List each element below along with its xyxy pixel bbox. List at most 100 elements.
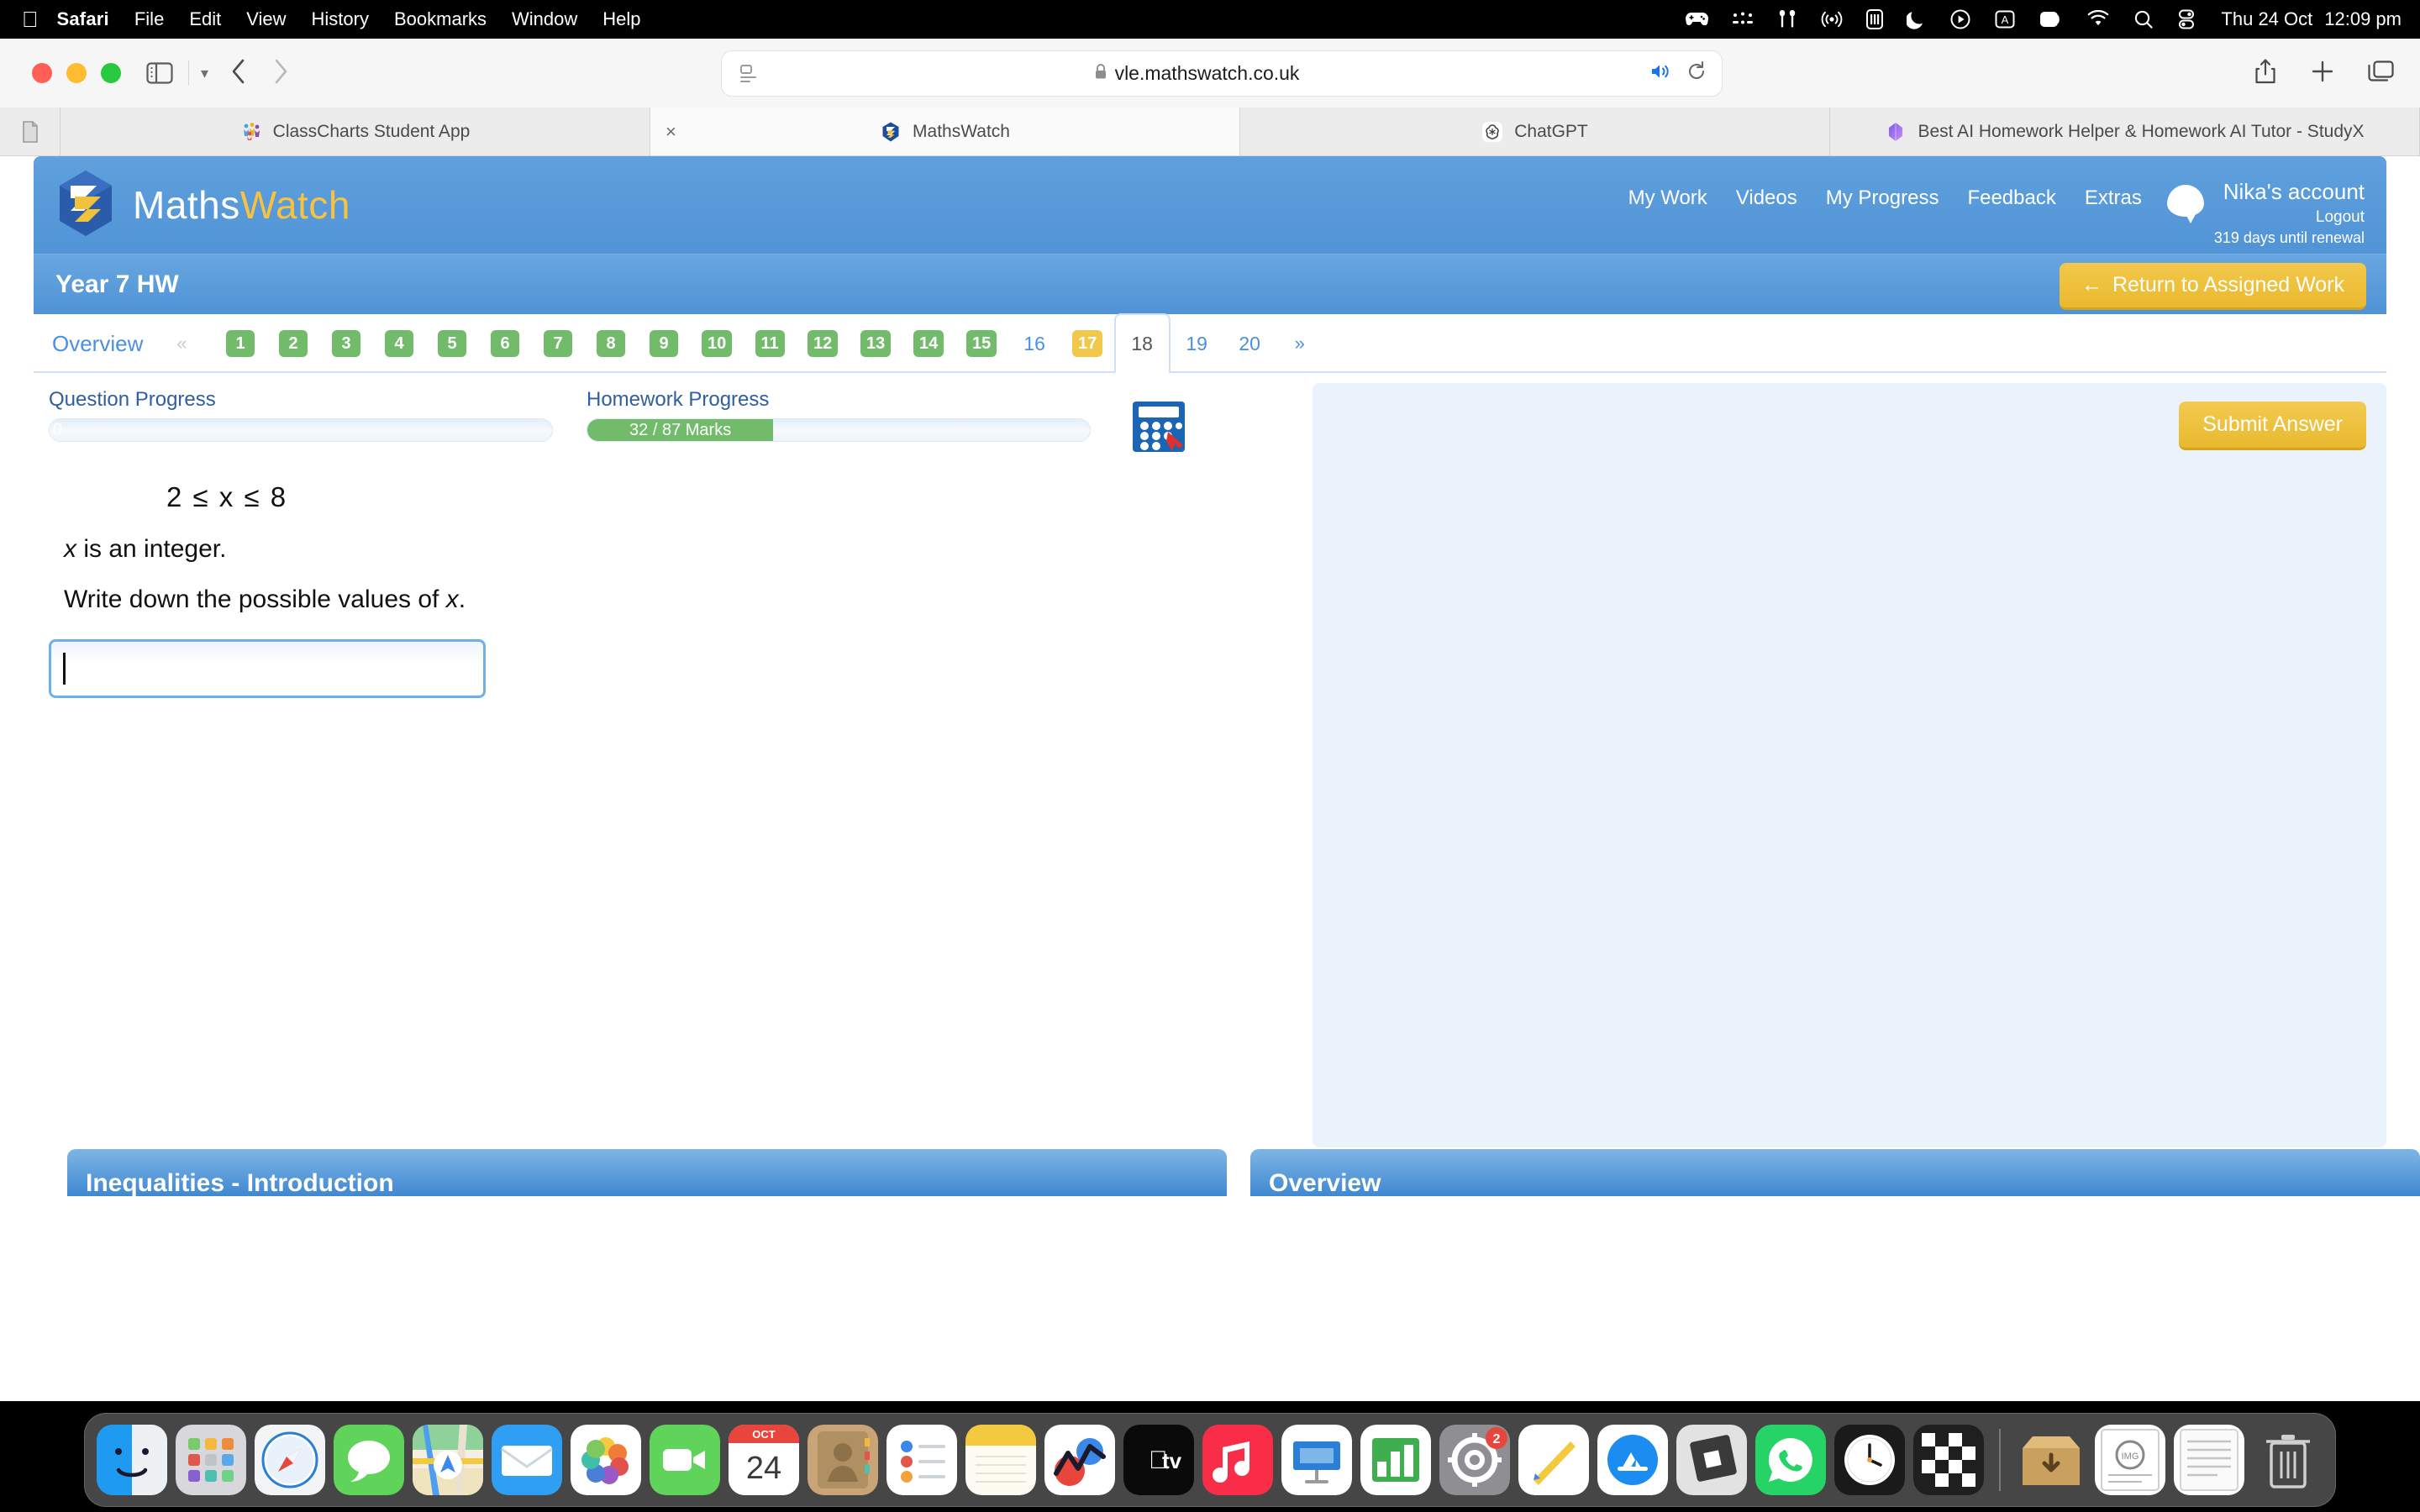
browser-tab-classcharts[interactable]: ClassCharts Student App	[60, 108, 650, 155]
dock-item-trash[interactable]	[2253, 1425, 2323, 1495]
dock-item-settings[interactable]: 2	[1439, 1425, 1510, 1495]
question-tab-11[interactable]: 11	[744, 314, 797, 373]
submit-answer-button[interactable]: Submit Answer	[2179, 402, 2366, 450]
dock-item-apple-tv[interactable]: tv	[1123, 1425, 1194, 1495]
dock-item-mail[interactable]	[492, 1425, 562, 1495]
forward-chevron-icon[interactable]	[272, 58, 289, 89]
overview-link[interactable]: Overview	[52, 331, 143, 357]
question-tab-12[interactable]: 12	[797, 314, 850, 373]
audio-playing-icon[interactable]	[1649, 61, 1673, 86]
keyboard-input-a-icon[interactable]: A	[1994, 7, 2016, 32]
do-not-disturb-moon-icon[interactable]	[1907, 7, 1927, 32]
braille-dots-icon[interactable]	[1732, 7, 1754, 32]
sidebar-toggle-icon[interactable]	[146, 62, 173, 84]
nav-item-extras[interactable]: Extras	[2085, 175, 2142, 210]
question-tab-7[interactable]: 7	[532, 314, 585, 373]
share-icon[interactable]	[2254, 58, 2277, 89]
dock-item-contacts[interactable]	[808, 1425, 878, 1495]
airplay-audio-icon[interactable]	[1821, 7, 1843, 32]
chevron-down-icon[interactable]: ▾	[201, 65, 208, 82]
menu-item-bookmarks[interactable]: Bookmarks	[394, 8, 487, 30]
dock-item-keynote[interactable]	[1281, 1425, 1352, 1495]
airpods-icon[interactable]	[1776, 7, 1798, 32]
plus-icon[interactable]	[2311, 60, 2334, 87]
question-tab-20[interactable]: 20	[1223, 314, 1276, 373]
dock-item-numbers[interactable]	[1360, 1425, 1431, 1495]
close-icon[interactable]: ×	[666, 122, 676, 141]
maximize-window-button[interactable]	[101, 63, 121, 83]
question-tab-18-current[interactable]: 18	[1113, 313, 1171, 374]
tab-list-button[interactable]	[0, 108, 60, 155]
question-tab-17[interactable]: 17	[1061, 314, 1114, 373]
question-tab-1[interactable]: 1	[214, 314, 267, 373]
return-to-assigned-work-button[interactable]: ← Return to Assigned Work	[2059, 263, 2366, 310]
menu-bar-clock[interactable]: Thu 24 Oct 12:09 pm	[2221, 8, 2402, 30]
question-tab-3[interactable]: 3	[320, 314, 373, 373]
dock-item-finder[interactable]	[97, 1425, 167, 1495]
menu-item-view[interactable]: View	[246, 8, 286, 30]
dock-item-downloads-stack[interactable]	[2016, 1425, 2086, 1495]
question-tab-13[interactable]: 13	[850, 314, 902, 373]
browser-tab-mathswatch[interactable]: × MathsWatch	[650, 108, 1240, 155]
previous-questions-icon[interactable]: «	[176, 333, 187, 354]
dock-item-calendar[interactable]: OCT 24	[729, 1425, 799, 1495]
menu-item-edit[interactable]: Edit	[189, 8, 221, 30]
account-name[interactable]: Nika's account	[2223, 178, 2365, 206]
dock-item-launchpad[interactable]	[176, 1425, 246, 1495]
tab-overview-icon[interactable]	[2368, 60, 2395, 87]
question-tab-8[interactable]: 8	[585, 314, 638, 373]
now-playing-icon[interactable]	[1949, 7, 1971, 32]
dock-item-freeform[interactable]	[1518, 1425, 1589, 1495]
question-tab-2[interactable]: 2	[267, 314, 320, 373]
menu-item-window[interactable]: Window	[512, 8, 577, 30]
menu-item-history[interactable]: History	[312, 8, 369, 30]
question-tab-5[interactable]: 5	[426, 314, 479, 373]
question-tab-6[interactable]: 6	[479, 314, 532, 373]
question-tab-15[interactable]: 15	[955, 314, 1008, 373]
back-chevron-icon[interactable]	[230, 58, 247, 89]
close-window-button[interactable]	[32, 63, 52, 83]
address-bar[interactable]: vle.mathswatch.co.uk	[721, 50, 1723, 97]
nav-item-videos[interactable]: Videos	[1736, 175, 1797, 210]
question-tab-10[interactable]: 10	[691, 314, 744, 373]
browser-tab-chatgpt[interactable]: ChatGPT	[1240, 108, 1830, 155]
dock-item-safari[interactable]	[255, 1425, 325, 1495]
battery-module-icon[interactable]	[1865, 7, 1884, 32]
dock-item-messages[interactable]	[334, 1425, 404, 1495]
nav-item-my-work[interactable]: My Work	[1628, 175, 1707, 210]
screen-mirroring-icon[interactable]	[2039, 7, 2064, 32]
nav-item-my-progress[interactable]: My Progress	[1826, 175, 1939, 210]
minimize-window-button[interactable]	[66, 63, 87, 83]
overview-panel[interactable]: Overview	[1250, 1149, 2420, 1197]
dock-item-whatsapp[interactable]	[1755, 1425, 1826, 1495]
dock-item-roblox[interactable]	[1676, 1425, 1747, 1495]
control-center-icon[interactable]	[2177, 7, 2196, 32]
menu-item-file[interactable]: File	[134, 8, 164, 30]
dock-item-maps[interactable]	[413, 1425, 483, 1495]
question-tab-14[interactable]: 14	[902, 314, 955, 373]
url-display[interactable]: vle.mathswatch.co.uk	[744, 62, 1649, 85]
dock-item-chess[interactable]	[1913, 1425, 1984, 1495]
reload-icon[interactable]	[1686, 60, 1707, 87]
apple-icon[interactable]: 	[22, 8, 39, 30]
question-tab-16[interactable]: 16	[1008, 314, 1061, 373]
browser-tab-studyx[interactable]: Best AI Homework Helper & Homework AI Tu…	[1830, 108, 2420, 155]
question-tab-4[interactable]: 4	[373, 314, 426, 373]
game-controller-icon[interactable]	[1684, 7, 1709, 32]
spotlight-search-icon[interactable]	[2133, 7, 2154, 32]
answer-workspace-panel[interactable]: Submit Answer	[1313, 383, 2386, 1147]
question-tab-9[interactable]: 9	[638, 314, 691, 373]
menu-app-name[interactable]: Safari	[57, 8, 109, 30]
video-panel-inequalities[interactable]: Inequalities - Introduction	[67, 1149, 1227, 1197]
menu-item-help[interactable]: Help	[602, 8, 640, 30]
answer-input[interactable]	[49, 639, 486, 698]
dock-item-music[interactable]	[1202, 1425, 1273, 1495]
dock-item-notes[interactable]	[965, 1425, 1036, 1495]
dock-item-reminders[interactable]	[886, 1425, 957, 1495]
dock-item-documents-folder[interactable]	[2174, 1425, 2244, 1495]
dock-item-facetime[interactable]	[650, 1425, 720, 1495]
wifi-icon[interactable]	[2086, 7, 2110, 32]
dock-item-clock[interactable]	[1834, 1425, 1905, 1495]
logout-link[interactable]: Logout	[2316, 208, 2365, 227]
question-tab-19[interactable]: 19	[1171, 314, 1223, 373]
